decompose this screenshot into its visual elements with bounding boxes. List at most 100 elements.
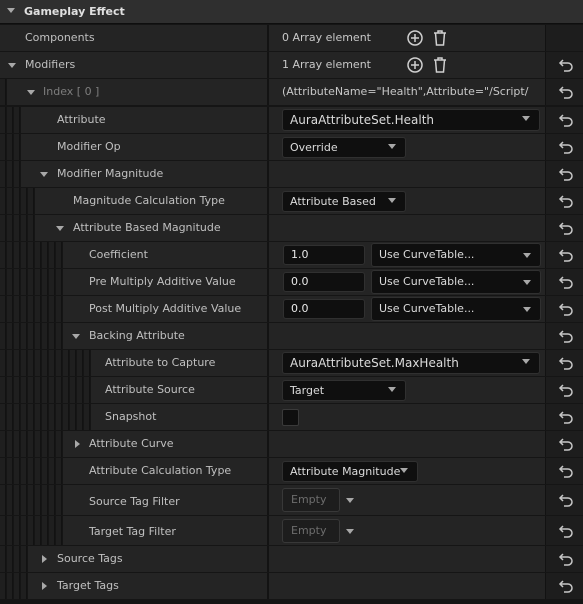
target-tag-filter-label: Target Tag Filter: [89, 525, 176, 538]
indent-bar: [21, 323, 27, 349]
indent-bar: [7, 188, 13, 214]
indent-bar: [49, 404, 55, 430]
indent-bar: [0, 546, 6, 572]
backing-attribute-name-cell[interactable]: Backing Attribute: [63, 323, 269, 349]
components-label: Components: [25, 31, 95, 44]
indent-bar: [7, 350, 13, 376]
index-0-label: Index [ 0 ]: [43, 85, 100, 98]
reset-arrow-icon[interactable]: [558, 58, 574, 72]
attribute-source-name-cell: Attribute Source: [91, 377, 269, 403]
trash-icon[interactable]: [432, 56, 448, 74]
indent-bar: [14, 296, 20, 322]
indent-bar: [21, 215, 27, 241]
attribute-curve-value-cell: [269, 431, 545, 457]
chevron-right-icon[interactable]: [42, 555, 47, 563]
post-multiply-curve-dropdown[interactable]: Use CurveTable...: [371, 297, 541, 321]
magnitude-calc-type-row: Magnitude Calculation Type Attribute Bas…: [0, 188, 583, 214]
reset-arrow-icon[interactable]: [558, 524, 574, 538]
reset-arrow-icon[interactable]: [558, 356, 574, 370]
indent-bar: [42, 458, 48, 484]
indent-bar: [56, 242, 62, 268]
modifier-op-dropdown[interactable]: Override: [282, 137, 406, 158]
reset-arrow-icon[interactable]: [558, 552, 574, 566]
chevron-down-icon[interactable]: [346, 529, 354, 534]
gameplay-effect-section-header[interactable]: Gameplay Effect: [0, 0, 583, 24]
modifiers-name-cell[interactable]: Modifiers: [0, 52, 269, 78]
coefficient-input[interactable]: 1.0: [283, 245, 365, 265]
chevron-right-icon[interactable]: [75, 440, 80, 448]
indent-bar: [21, 377, 27, 403]
attribute-calc-type-name-cell: Attribute Calculation Type: [63, 458, 269, 484]
indent-bar: [42, 350, 48, 376]
reset-arrow-icon[interactable]: [558, 248, 574, 262]
coefficient-row: Coefficient 1.0 Use CurveTable...: [0, 242, 583, 268]
modifiers-value-cell: 1 Array element: [269, 52, 545, 78]
pre-multiply-curve-dropdown[interactable]: Use CurveTable...: [371, 270, 541, 294]
add-element-icon[interactable]: [406, 29, 424, 47]
attribute-source-row: Attribute Source Target: [0, 377, 583, 403]
reset-arrow-icon[interactable]: [558, 410, 574, 424]
attribute-based-magnitude-label: Attribute Based Magnitude: [73, 221, 221, 234]
indent-bar: [7, 404, 13, 430]
source-tag-filter-box[interactable]: Empty: [282, 488, 340, 512]
index-0-name-cell[interactable]: Index [ 0 ]: [7, 79, 269, 105]
pre-multiply-input[interactable]: 0.0: [283, 272, 365, 292]
attribute-curve-name-cell[interactable]: Attribute Curve: [63, 431, 269, 457]
snapshot-checkbox[interactable]: [282, 409, 299, 426]
reset-arrow-icon[interactable]: [558, 329, 574, 343]
indent-bar: [14, 404, 20, 430]
reset-arrow-icon[interactable]: [558, 493, 574, 507]
chevron-down-icon[interactable]: [72, 334, 80, 339]
trash-icon[interactable]: [432, 29, 448, 47]
attribute-to-capture-label: Attribute to Capture: [105, 356, 216, 369]
attribute-dropdown[interactable]: AuraAttributeSet.Health: [282, 109, 540, 131]
reset-arrow-icon[interactable]: [558, 194, 574, 208]
components-value-cell: 0 Array element: [269, 25, 545, 51]
reset-arrow-icon[interactable]: [558, 113, 574, 127]
coefficient-curve-dropdown[interactable]: Use CurveTable...: [371, 243, 541, 267]
reset-arrow-icon[interactable]: [558, 579, 574, 593]
chevron-down-icon[interactable]: [40, 172, 48, 177]
reset-arrow-icon[interactable]: [558, 437, 574, 451]
indent-bar: [21, 573, 27, 599]
reset-arrow-icon[interactable]: [558, 383, 574, 397]
source-tags-name-cell[interactable]: Source Tags: [28, 546, 269, 572]
indent-bar: [42, 377, 48, 403]
chevron-right-icon[interactable]: [42, 582, 47, 590]
chevron-down-icon[interactable]: [56, 226, 64, 231]
reset-arrow-icon[interactable]: [558, 221, 574, 235]
modifier-magnitude-name-cell[interactable]: Modifier Magnitude: [21, 161, 269, 187]
indent-bar: [28, 269, 34, 295]
attribute-to-capture-name-cell: Attribute to Capture: [91, 350, 269, 376]
attribute-curve-reset-cell: [545, 431, 583, 457]
indent-bar: [42, 242, 48, 268]
pre-multiply-name-cell: Pre Multiply Additive Value: [63, 269, 269, 295]
add-element-icon[interactable]: [406, 56, 424, 74]
target-tag-filter-reset-cell: [545, 516, 583, 545]
attribute-source-dropdown[interactable]: Target: [282, 380, 406, 401]
chevron-down-icon[interactable]: [8, 63, 16, 68]
reset-arrow-icon[interactable]: [558, 85, 574, 99]
indent-bar: [7, 323, 13, 349]
post-multiply-input[interactable]: 0.0: [283, 299, 365, 319]
chevron-down-icon[interactable]: [27, 90, 35, 95]
reset-arrow-icon[interactable]: [558, 275, 574, 289]
indent-bar: [0, 573, 6, 599]
reset-arrow-icon[interactable]: [558, 302, 574, 316]
reset-arrow-icon[interactable]: [558, 464, 574, 478]
attribute-to-capture-dropdown[interactable]: AuraAttributeSet.MaxHealth: [282, 352, 540, 374]
indent-bar: [21, 516, 27, 545]
modifier-op-dropdown-value: Override: [290, 141, 338, 154]
attribute-source-value-cell: Target: [269, 377, 545, 403]
reset-arrow-icon[interactable]: [558, 140, 574, 154]
indent-bar: [0, 323, 6, 349]
target-tags-name-cell[interactable]: Target Tags: [28, 573, 269, 599]
chevron-down-icon[interactable]: [346, 498, 354, 503]
indent-bar: [28, 485, 34, 515]
target-tag-filter-box[interactable]: Empty: [282, 519, 340, 543]
indent-bar: [28, 516, 34, 545]
magnitude-calc-type-dropdown[interactable]: Attribute Based: [282, 191, 406, 212]
attribute-based-magnitude-name-cell[interactable]: Attribute Based Magnitude: [35, 215, 269, 241]
reset-arrow-icon[interactable]: [558, 167, 574, 181]
attribute-calc-type-dropdown[interactable]: Attribute Magnitude: [282, 461, 418, 482]
